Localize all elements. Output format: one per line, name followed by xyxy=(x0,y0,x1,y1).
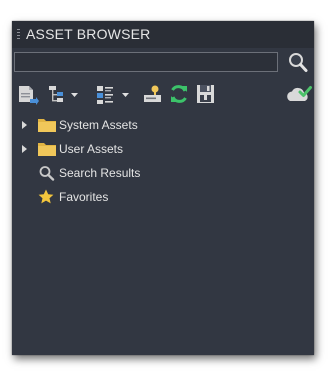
refresh-button[interactable] xyxy=(168,81,190,107)
tree-item-system-assets[interactable]: System Assets xyxy=(12,113,314,137)
cloud-sync-button[interactable] xyxy=(285,81,313,107)
tree-item-label: User Assets xyxy=(59,142,124,156)
tree-item-label: System Assets xyxy=(59,118,138,132)
search-input[interactable] xyxy=(14,52,278,72)
panel-titlebar[interactable]: ASSET BROWSER xyxy=(12,21,314,48)
expand-arrow-icon[interactable] xyxy=(22,145,27,153)
tree-item-user-assets[interactable]: User Assets xyxy=(12,137,314,161)
panel-title: ASSET BROWSER xyxy=(26,26,151,42)
view-options-button[interactable] xyxy=(94,81,134,107)
import-button[interactable] xyxy=(16,81,40,107)
edit-label-icon xyxy=(144,85,161,102)
drag-grip-icon[interactable] xyxy=(17,29,20,40)
search-row xyxy=(12,50,314,78)
tree-item-label: Favorites xyxy=(59,190,109,204)
asset-browser-panel: ASSET BROWSER System Assets User Assets … xyxy=(12,21,314,355)
search-button[interactable] xyxy=(286,51,310,75)
folder-icon xyxy=(38,119,56,132)
expand-arrow-icon[interactable] xyxy=(22,121,27,129)
magnifier-icon xyxy=(289,53,308,72)
tree-item-search-results[interactable]: Search Results xyxy=(12,161,314,185)
save-button[interactable] xyxy=(194,81,218,107)
star-icon xyxy=(38,189,54,204)
import-document-icon xyxy=(19,86,39,105)
tree-view-icon xyxy=(49,86,78,102)
refresh-icon xyxy=(171,85,187,103)
cloud-check-icon xyxy=(287,86,312,101)
toolbar xyxy=(12,81,314,109)
tree-item-favorites[interactable]: Favorites xyxy=(12,185,314,209)
save-icon xyxy=(197,85,214,103)
folder-icon xyxy=(38,143,56,156)
search-icon xyxy=(39,166,55,181)
tree-item-label: Search Results xyxy=(59,166,141,180)
tree-view-button[interactable] xyxy=(46,81,84,107)
rename-button[interactable] xyxy=(142,81,164,107)
list-view-icon xyxy=(97,86,129,104)
